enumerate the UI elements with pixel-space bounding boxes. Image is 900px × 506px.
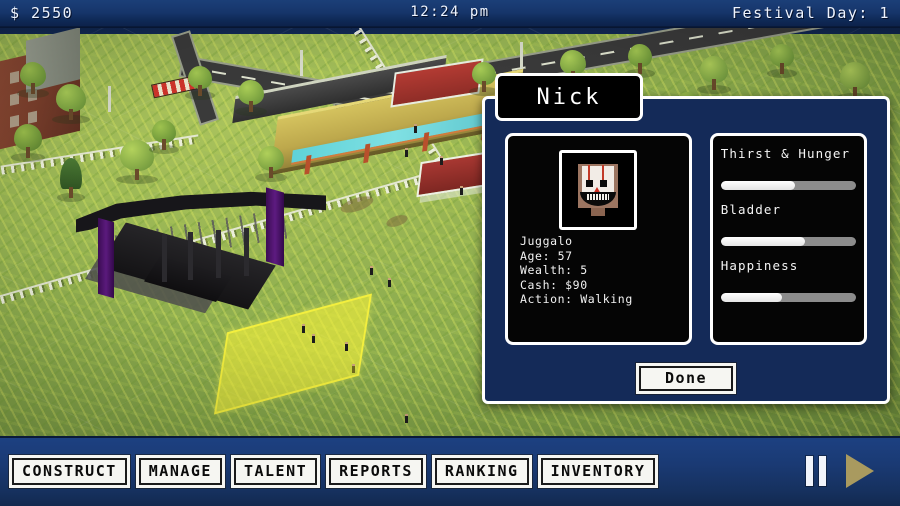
need-thirst-hunger: Thirst & Hunger [720, 146, 856, 190]
time-controls [806, 454, 900, 488]
need-bar-thirst-hunger [720, 181, 856, 190]
festival-day-display: Festival Day: 1 [732, 4, 890, 22]
dialog-footer: Done [485, 363, 887, 394]
manage-button[interactable]: MANAGE [135, 454, 225, 488]
need-bar-happiness [720, 293, 856, 302]
character-age: Age: 57 [520, 248, 573, 263]
clock-display: 12:24 pm [410, 4, 490, 20]
dialog-title-tab: Nick [495, 73, 643, 121]
need-label: Thirst & Hunger [720, 146, 851, 161]
character-needs-panel: Thirst & Hunger Bladder Happiness [709, 133, 867, 345]
nav-button-group: CONSTRUCT MANAGE TALENT REPORTS RANKING … [0, 454, 659, 488]
character-stats-text: Juggalo Age: 57 Wealth: 5 Cash: $90 Acti… [516, 234, 681, 307]
need-label: Happiness [720, 258, 799, 273]
pause-icon[interactable] [806, 456, 828, 486]
juggalo-clown-face-icon [575, 164, 621, 216]
done-button[interactable]: Done [636, 363, 736, 394]
character-info-panel: Juggalo Age: 57 Wealth: 5 Cash: $90 Acti… [505, 133, 692, 345]
bottom-toolbar: CONSTRUCT MANAGE TALENT REPORTS RANKING … [0, 436, 900, 506]
cash-display: $ 2550 [10, 4, 74, 22]
need-bar-bladder [720, 237, 856, 246]
character-wealth: Wealth: 5 [520, 263, 588, 277]
play-icon[interactable] [846, 454, 874, 488]
need-happiness: Happiness [720, 258, 856, 302]
need-bladder: Bladder [720, 202, 856, 246]
avatar-frame [559, 150, 638, 230]
character-type: Juggalo [520, 234, 573, 248]
character-action: Action: Walking [520, 292, 633, 306]
need-label: Bladder [720, 202, 782, 217]
dialog-body: Juggalo Age: 57 Wealth: 5 Cash: $90 Acti… [485, 133, 887, 363]
character-name: Nick [536, 84, 602, 110]
reports-button[interactable]: REPORTS [326, 454, 426, 488]
construct-button[interactable]: CONSTRUCT [9, 454, 130, 488]
top-status-bar: $ 2550 12:24 pm Festival Day: 1 [0, 0, 900, 28]
game-screen: $ 2550 12:24 pm Festival Day: 1 Nick Jug… [0, 0, 900, 506]
inventory-button[interactable]: INVENTORY [537, 454, 659, 488]
character-inspect-dialog: Nick Juggalo Age: 57 Wealth: 5 Cash: $90… [482, 73, 890, 404]
character-cash: Cash: $90 [520, 277, 588, 292]
ranking-button[interactable]: RANKING [431, 454, 532, 488]
talent-button[interactable]: TALENT [230, 454, 321, 488]
